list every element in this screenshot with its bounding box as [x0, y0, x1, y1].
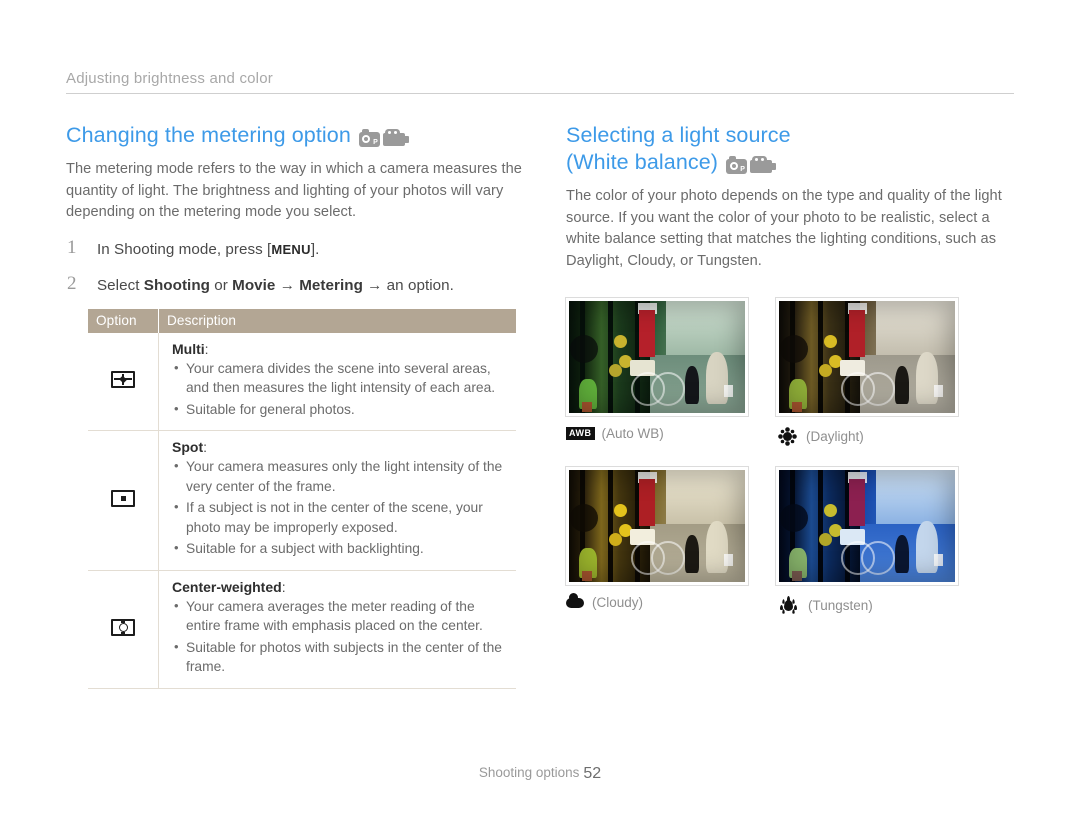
wb-caption-daylight: (Daylight) [776, 426, 974, 447]
wb-photo-tungsten [775, 466, 959, 586]
table-header-row: Option Description [88, 308, 516, 333]
white-balance-title-line1: Selecting a light source [566, 123, 791, 147]
list-item: Your camera divides the scene into sever… [172, 358, 508, 398]
list-item: Suitable for a subject with backlighting… [172, 538, 508, 559]
option-description-cell: Spot: Your camera measures only the ligh… [158, 430, 516, 571]
wb-photo-auto [565, 297, 749, 417]
column-header-description: Description [158, 308, 516, 333]
table-row: Center-weighted: Your camera averages th… [88, 570, 516, 689]
wb-caption-text: (Tungsten) [808, 598, 873, 613]
option-icon-cell [88, 570, 159, 689]
option-icon-cell [88, 332, 159, 431]
option-name-text: Multi [172, 340, 205, 357]
step-2-number: 2 [67, 272, 77, 294]
page-title-white-balance: Selecting a light source (White balance)… [566, 122, 1016, 179]
right-column: Selecting a light source (White balance)… [565, 122, 1016, 636]
wb-caption-text: (Cloudy) [592, 595, 644, 610]
option-icon-cell [88, 430, 159, 571]
breadcrumb: Adjusting brightness and color [66, 70, 1014, 94]
wb-sample-tungsten: (Tungsten) [775, 466, 974, 616]
step-2-part-6: → an option. [362, 276, 454, 294]
list-item: Suitable for general photos. [172, 399, 508, 420]
mode-icon-group: P [726, 152, 777, 179]
camera-p-icon: P [358, 128, 380, 147]
mode-icon-group: P [358, 125, 409, 152]
wb-caption-cloudy: (Cloudy) [566, 592, 764, 610]
option-name-text: Center-weighted [172, 578, 282, 595]
white-balance-intro-text: The color of your photo depends on the t… [566, 188, 1002, 269]
metering-spot-icon [111, 490, 135, 508]
step-2: 2 Select Shooting or Movie → Metering → a… [66, 272, 526, 296]
wb-sample-cloudy: (Cloudy) [565, 466, 764, 616]
white-balance-sample-grid: AWB (Auto WB) (Daylight) (Cloudy) (Tungs… [565, 297, 1016, 636]
camcorder-icon [750, 155, 777, 173]
list-item: Your camera averages the meter reading o… [172, 596, 508, 636]
option-name-text: Spot [172, 439, 204, 455]
step-2-part-4: → [275, 276, 300, 294]
wb-sample-daylight: (Daylight) [775, 297, 974, 447]
option-name: Center-weighted: [172, 578, 286, 595]
column-header-option: Option [88, 308, 159, 333]
wb-photo-cloudy [565, 466, 749, 586]
step-2-part-2: or [209, 276, 233, 294]
option-bullet-list: Your camera divides the scene into sever… [172, 358, 508, 420]
wb-caption-auto: AWB (Auto WB) [566, 426, 764, 441]
white-balance-title-line2: (White balance) [566, 150, 719, 174]
wb-sample-auto: AWB (Auto WB) [565, 297, 764, 447]
wb-caption-tungsten: (Tungsten) [776, 595, 974, 616]
menu-key-label: MENU [271, 241, 311, 257]
option-description-cell: Center-weighted: Your camera averages th… [158, 570, 516, 689]
cloudy-icon [566, 592, 584, 608]
metering-intro-text: The metering mode refers to the way in w… [66, 161, 522, 220]
option-bullet-list: Your camera averages the meter reading o… [172, 596, 508, 677]
footer-label: Shooting options [478, 765, 580, 780]
daylight-sun-icon [783, 432, 792, 441]
list-item: Your camera measures only the light inte… [172, 456, 508, 496]
step-2-part-5: Metering [299, 276, 363, 294]
metering-multi-icon [111, 371, 135, 389]
table-row: Multi: Your camera divides the scene int… [88, 332, 516, 431]
step-1-prefix: In Shooting mode, press [ [97, 240, 272, 258]
page-title-metering: Changing the metering option P [66, 122, 526, 152]
page-number: 52 [583, 765, 602, 782]
step-2-part-1: Shooting [143, 276, 210, 294]
camera-p-icon: P [726, 155, 748, 174]
step-2-part-3: Movie [232, 276, 276, 294]
wb-photo-daylight [775, 297, 959, 417]
list-item: Suitable for photos with subjects in the… [172, 637, 508, 677]
metering-center-weighted-icon [111, 619, 135, 636]
step-1-suffix: ]. [310, 240, 320, 258]
option-description-cell: Multi: Your camera divides the scene int… [158, 332, 516, 431]
table-row: Spot: Your camera measures only the ligh… [88, 430, 516, 571]
camcorder-icon [382, 128, 409, 146]
metering-title-text: Changing the metering option [66, 123, 351, 147]
option-bullet-list: Your camera measures only the light inte… [172, 456, 508, 559]
list-item: If a subject is not in the center of the… [172, 497, 508, 537]
awb-icon: AWB [566, 427, 595, 440]
metering-options-table: Option Description Multi: Your camera di… [88, 308, 516, 689]
option-name: Spot: [172, 439, 207, 455]
option-name: Multi: [172, 340, 209, 357]
page-footer: Shooting options 52 [0, 765, 1080, 783]
wb-caption-text: (Daylight) [806, 429, 864, 444]
step-1: 1 In Shooting mode, press [MENU]. [66, 236, 526, 260]
step-2-part-0: Select [97, 276, 144, 294]
wb-caption-text: (Auto WB) [601, 426, 664, 441]
step-1-number: 1 [67, 236, 77, 258]
tungsten-icon [784, 600, 793, 611]
left-column: Changing the metering option P The meteri… [66, 122, 526, 689]
